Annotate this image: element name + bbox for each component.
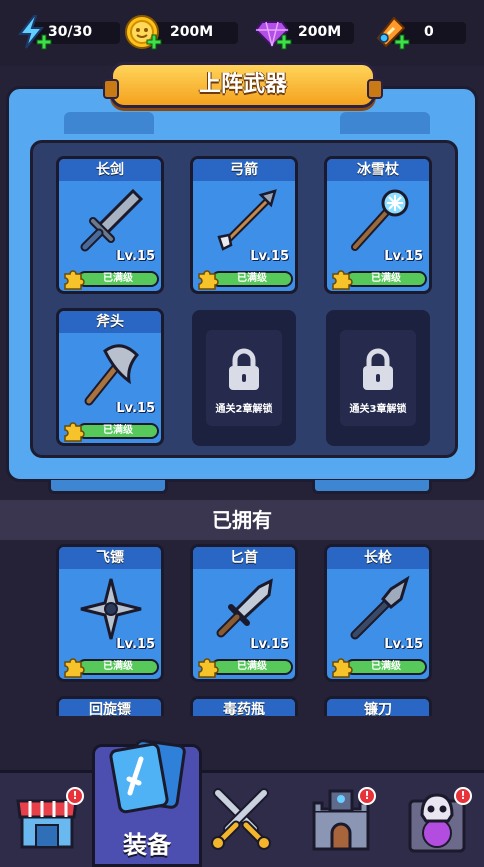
weapon-card-axe[interactable]: 斧头 Lv.15 已满级	[56, 308, 164, 446]
weapon-card-shuriken[interactable]: 飞镖 Lv.15 已满级	[56, 544, 164, 682]
weapon-level: Lv.15	[116, 249, 155, 264]
nav-skull-portal[interactable]: !	[402, 785, 472, 855]
axe-icon	[84, 344, 140, 406]
weapon-level: Lv.15	[116, 637, 155, 652]
bottom-nav: ! ! !	[0, 770, 484, 867]
ice-staff-icon	[351, 189, 409, 251]
weapon-card-poison-bottle[interactable]: 毒药瓶	[190, 696, 298, 716]
panel-tab-right	[340, 112, 430, 134]
ticket-value: 0	[424, 24, 434, 40]
banner-ear-right	[367, 79, 383, 99]
weapon-name: 飞镖	[59, 547, 161, 569]
shop-alert-badge: !	[66, 787, 84, 805]
arrow-icon	[217, 189, 277, 251]
panel-tab-left	[64, 112, 154, 134]
banner-ear-left	[103, 79, 119, 99]
portal-alert-badge: !	[454, 787, 472, 805]
puzzle-piece-icon	[64, 422, 85, 442]
weapon-name: 长枪	[327, 547, 429, 569]
max-level-bar: 已满级	[77, 423, 159, 439]
puzzle-piece-icon	[198, 270, 219, 290]
weapon-level: Lv.15	[116, 401, 155, 416]
locked-slot-2[interactable]: 通关3章解锁	[326, 310, 430, 446]
weapon-level: Lv.15	[384, 637, 423, 652]
weapon-name: 毒药瓶	[193, 699, 295, 716]
panel-foot-right	[312, 480, 432, 494]
add-ticket-icon[interactable]	[394, 34, 410, 50]
weapon-card-dagger[interactable]: 匕首 Lv.15 已满级	[190, 544, 298, 682]
gem-counter[interactable]: 200M	[254, 20, 354, 50]
lock-icon	[363, 348, 393, 390]
weapon-name: 长剑	[59, 159, 161, 181]
equipped-title: 上阵武器	[198, 72, 287, 97]
weapon-name: 冰雪杖	[327, 159, 429, 181]
cards-icon	[109, 739, 186, 814]
weapon-name: 斧头	[59, 311, 161, 333]
weapon-name: 回旋镖	[59, 699, 161, 716]
add-energy-icon[interactable]	[36, 34, 52, 50]
gem-value: 200M	[298, 24, 342, 40]
owned-header: 已拥有	[0, 500, 484, 540]
energy-value: 30/30	[48, 24, 93, 40]
weapon-name: 匕首	[193, 547, 295, 569]
energy-counter[interactable]: 30/30	[14, 15, 120, 50]
spear-icon	[350, 575, 410, 640]
puzzle-piece-icon	[332, 658, 353, 678]
weapon-name: 镰刀	[327, 699, 429, 716]
nav-equipment-label: 装备	[123, 831, 171, 859]
nav-castle[interactable]: !	[306, 785, 376, 855]
weapon-name: 弓箭	[193, 159, 295, 181]
owned-title: 已拥有	[212, 508, 272, 532]
weapon-card-scythe[interactable]: 镰刀	[324, 696, 432, 716]
puzzle-piece-icon	[198, 658, 219, 678]
weapon-card-ice-staff[interactable]: 冰雪杖 Lv.15 已满级	[324, 156, 432, 294]
weapon-card-arrow[interactable]: 弓箭 Lv.15 已满级	[190, 156, 298, 294]
weapon-card-sword[interactable]: 长剑 Lv.15 已满级	[56, 156, 164, 294]
weapon-level: Lv.15	[250, 249, 289, 264]
puzzle-piece-icon	[64, 270, 85, 290]
weapon-level: Lv.15	[384, 249, 423, 264]
max-level-bar: 已满级	[345, 271, 427, 287]
max-level-bar: 已满级	[211, 659, 293, 675]
max-level-bar: 已满级	[77, 659, 159, 675]
max-level-bar: 已满级	[345, 659, 427, 675]
weapon-level: Lv.15	[250, 637, 289, 652]
sword-icon	[80, 188, 144, 252]
coin-value: 200M	[170, 24, 214, 40]
owned-weapon-list[interactable]: 飞镖 Lv.15 已满级 匕首 Lv.15 已满级 长枪 Lv.15 已满级 回…	[0, 540, 484, 716]
lock-icon	[229, 348, 259, 390]
dagger-icon	[216, 578, 273, 638]
weapon-card-spear[interactable]: 长枪 Lv.15 已满级	[324, 544, 432, 682]
castle-alert-badge: !	[358, 787, 376, 805]
unlock-condition: 通关2章解锁	[215, 404, 273, 415]
ticket-counter[interactable]: 0	[372, 16, 472, 50]
add-gem-icon[interactable]	[276, 34, 292, 50]
locked-slot-1[interactable]: 通关2章解锁	[192, 310, 296, 446]
puzzle-piece-icon	[332, 270, 353, 290]
nav-equipment[interactable]: 装备	[92, 739, 202, 867]
crossed-swords-icon	[211, 788, 271, 850]
max-level-bar: 已满级	[211, 271, 293, 287]
nav-shop[interactable]: !	[12, 785, 84, 855]
shuriken-icon	[80, 578, 142, 640]
equipped-title-banner: 上阵武器	[103, 62, 383, 108]
nav-battle[interactable]	[206, 785, 276, 855]
coin-counter[interactable]: 200M	[124, 15, 238, 50]
weapon-card-boomerang[interactable]: 回旋镖	[56, 696, 164, 716]
unlock-condition: 通关3章解锁	[349, 404, 407, 415]
puzzle-piece-icon	[64, 658, 85, 678]
panel-foot-left	[48, 480, 168, 494]
resource-bar: 30/30 200M 200M 0	[0, 0, 484, 66]
max-level-bar: 已满级	[77, 271, 159, 287]
add-coin-icon[interactable]	[146, 34, 162, 50]
